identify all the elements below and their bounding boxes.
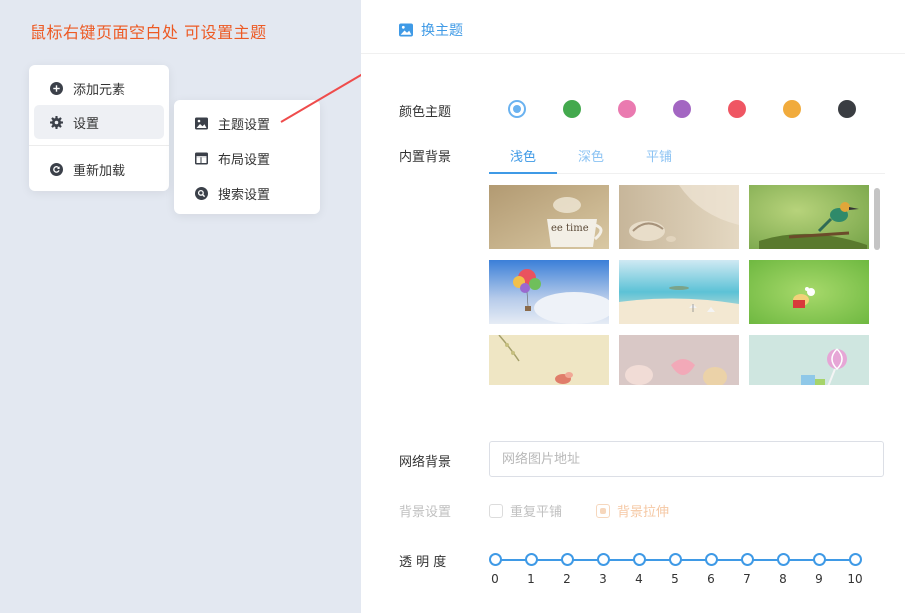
reload-icon: [50, 162, 63, 176]
menu-divider: [29, 145, 169, 146]
slider-stop-8[interactable]: [776, 553, 790, 566]
stretch-option[interactable]: 背景拉伸: [596, 501, 669, 520]
bg-thumb-coffee[interactable]: ee time: [489, 185, 609, 249]
submenu-item-theme-settings[interactable]: 主题设置: [179, 106, 315, 140]
submenu-item-layout-settings[interactable]: 布局设置: [179, 141, 315, 175]
slider-stop-3[interactable]: [596, 553, 610, 566]
bg-setting-label: 背景设置: [399, 505, 452, 520]
active-tab-indicator: [489, 172, 557, 174]
repeat-tile-option[interactable]: 重复平铺: [489, 501, 562, 520]
slider-stop-9[interactable]: [812, 553, 826, 566]
settings-submenu: 主题设置 布局设置 搜索设置: [174, 100, 320, 214]
repeat-tile-checkbox[interactable]: [489, 503, 503, 518]
slider-tick-label: 5: [671, 572, 679, 586]
bg-thumb-bird[interactable]: [749, 185, 869, 249]
slider-tick-label: 7: [743, 572, 751, 586]
color-swatch-purple[interactable]: [673, 100, 691, 118]
bg-thumb-lollipop[interactable]: [749, 335, 869, 385]
background-thumbnail-grid: ee time: [489, 185, 871, 385]
bg-thumb-flower[interactable]: [489, 335, 609, 385]
color-swatch-blue[interactable]: [508, 100, 526, 118]
stretch-label: 背景拉伸: [617, 505, 670, 520]
submenu-item-label: 搜索设置: [218, 187, 271, 203]
submenu-item-label: 主题设置: [218, 117, 271, 133]
slider-tick-label: 2: [563, 572, 571, 586]
gear-icon: [50, 115, 63, 129]
menu-item-add-element[interactable]: 添加元素: [34, 71, 164, 105]
search-icon: [195, 186, 208, 200]
menu-item-label: 设置: [73, 116, 100, 132]
tab-tile[interactable]: 平铺: [646, 146, 672, 165]
slider-tick-label: 8: [779, 572, 787, 586]
slider-stop-10[interactable]: [848, 553, 862, 566]
slider-stop-0[interactable]: [488, 553, 502, 566]
bg-thumb-beach[interactable]: [619, 260, 739, 324]
bg-thumb-balloons[interactable]: [489, 260, 609, 324]
transparency-label: 透 明 度: [399, 555, 447, 570]
image-icon: [399, 23, 413, 37]
submenu-item-search-settings[interactable]: 搜索设置: [179, 176, 315, 210]
hint-text: 鼠标右键页面空白处 可设置主题: [30, 23, 267, 42]
slider-tick-label: 0: [491, 572, 499, 586]
tab-light[interactable]: 浅色: [510, 146, 536, 165]
network-bg-label: 网络背景: [399, 455, 452, 470]
slider-tick-label: 3: [599, 572, 607, 586]
slider-tick-label: 1: [527, 572, 535, 586]
bg-thumb-cartoon[interactable]: [749, 260, 869, 324]
slider-stop-6[interactable]: [704, 553, 718, 566]
color-swatch-orange[interactable]: [783, 100, 801, 118]
slider-stop-2[interactable]: [560, 553, 574, 566]
thumb-mug-text: ee time: [551, 223, 589, 234]
menu-item-settings[interactable]: 设置: [34, 105, 164, 139]
bg-thumb-candy-hearts[interactable]: [619, 335, 739, 385]
slider-tick-label: 4: [635, 572, 643, 586]
color-swatch-green[interactable]: [563, 100, 581, 118]
header-divider: [361, 53, 905, 54]
builtin-bg-label: 内置背景: [399, 150, 452, 165]
theme-panel: 换主题 颜色主题 内置背景 浅色 深色 平铺 ee time 网络背景 网络图片…: [361, 0, 905, 613]
color-swatch-red[interactable]: [728, 100, 746, 118]
slider-stop-1[interactable]: [524, 553, 538, 566]
slider-tick-label: 6: [707, 572, 715, 586]
stretch-checkbox[interactable]: [596, 503, 610, 518]
tab-dark[interactable]: 深色: [578, 146, 604, 165]
plus-circle-icon: [50, 81, 63, 95]
slider-tick-label: 10: [847, 572, 863, 586]
context-menu: 添加元素 设置 重新加载: [29, 65, 169, 191]
image-icon: [195, 117, 208, 130]
layout-icon: [195, 152, 208, 165]
color-theme-label: 颜色主题: [399, 105, 452, 120]
menu-item-label: 添加元素: [73, 82, 126, 98]
panel-header: 换主题: [399, 20, 463, 40]
menu-item-label: 重新加载: [73, 163, 126, 179]
slider-stop-4[interactable]: [632, 553, 646, 566]
submenu-item-label: 布局设置: [218, 152, 271, 168]
desktop-area[interactable]: 鼠标右键页面空白处 可设置主题 添加元素 设置 重新加载 主题设置 布局设置 搜…: [0, 0, 361, 613]
color-swatch-pink[interactable]: [618, 100, 636, 118]
color-swatch-black[interactable]: [838, 100, 856, 118]
thumbnail-scrollbar[interactable]: [874, 188, 880, 250]
slider-stop-7[interactable]: [740, 553, 754, 566]
panel-title: 换主题: [421, 23, 463, 39]
network-bg-url-input[interactable]: [489, 441, 884, 477]
slider-stop-5[interactable]: [668, 553, 682, 566]
bg-thumb-shell[interactable]: [619, 185, 739, 249]
repeat-tile-label: 重复平铺: [510, 505, 563, 520]
menu-item-reload[interactable]: 重新加载: [34, 152, 164, 186]
slider-tick-label: 9: [815, 572, 823, 586]
